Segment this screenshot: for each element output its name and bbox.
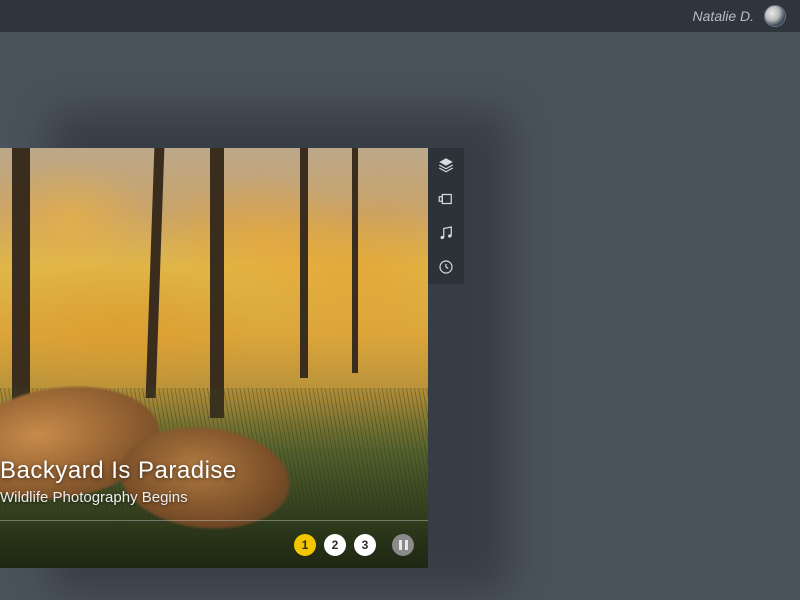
side-toolbar xyxy=(428,148,464,284)
slide-text: Backyard Is Paradise Wildlife Photograph… xyxy=(0,457,237,506)
page-dot-1[interactable]: 1 xyxy=(294,534,316,556)
page-dot-3[interactable]: 3 xyxy=(354,534,376,556)
frame-button[interactable] xyxy=(428,182,464,216)
music-icon xyxy=(437,224,455,242)
slide-title: Backyard Is Paradise xyxy=(0,457,237,485)
frame-icon xyxy=(437,190,455,208)
pause-icon xyxy=(399,540,408,550)
clock-button[interactable] xyxy=(428,250,464,284)
username: Natalie D. xyxy=(693,8,754,24)
slide-subtitle: Wildlife Photography Begins xyxy=(0,489,237,506)
slide-footer: 1 2 3 xyxy=(0,520,428,568)
slide-card: Backyard Is Paradise Wildlife Photograph… xyxy=(0,148,428,568)
page-dot-2[interactable]: 2 xyxy=(324,534,346,556)
pause-button[interactable] xyxy=(392,534,414,556)
layers-icon xyxy=(437,156,455,174)
clock-icon xyxy=(437,258,455,276)
music-button[interactable] xyxy=(428,216,464,250)
top-bar: Natalie D. xyxy=(0,0,800,32)
main-area: Backyard Is Paradise Wildlife Photograph… xyxy=(0,32,800,600)
avatar[interactable] xyxy=(764,5,786,27)
layers-button[interactable] xyxy=(428,148,464,182)
